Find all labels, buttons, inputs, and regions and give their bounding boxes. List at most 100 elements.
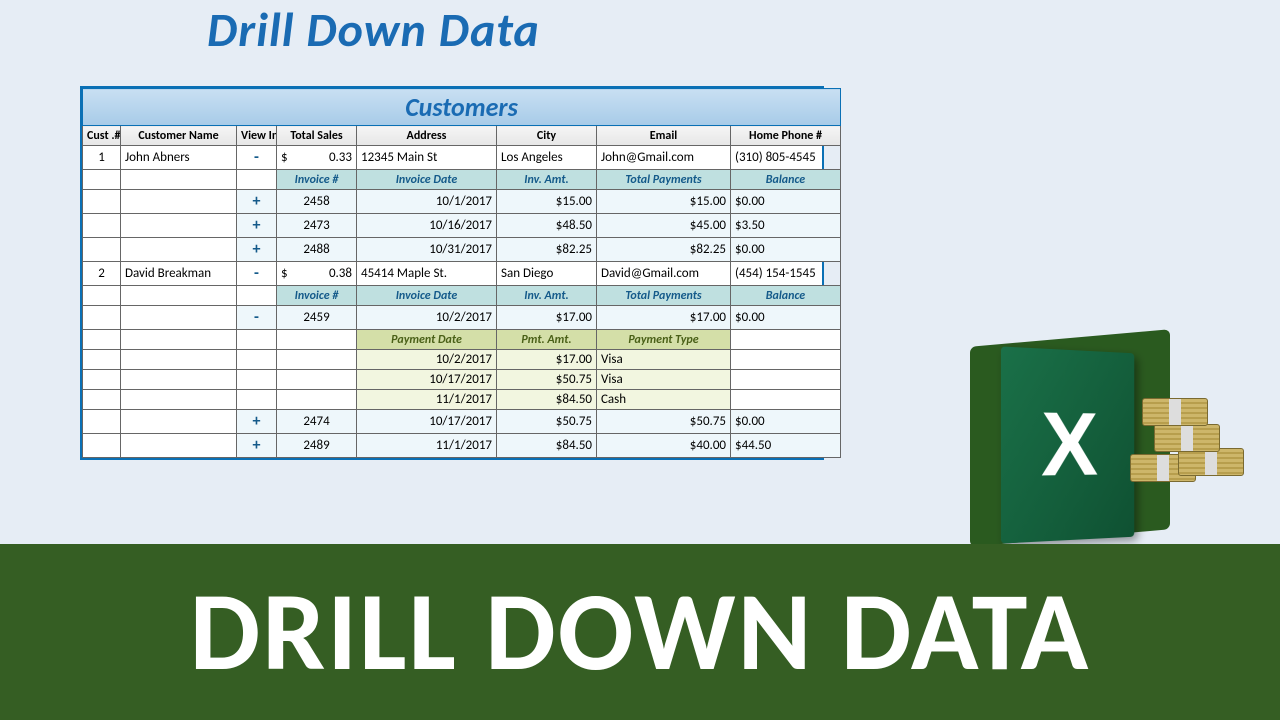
col-inv-num: Invoice # — [277, 170, 357, 190]
inv-date: 10/16/2017 — [357, 214, 497, 238]
cell-email: John@Gmail.com — [597, 146, 731, 170]
inv-pay: $17.00 — [597, 306, 731, 330]
blank — [83, 434, 121, 458]
col-inv-date: Invoice Date — [357, 286, 497, 306]
footer-band: DRILL DOWN DATA — [0, 544, 1280, 720]
inv-amt: $15.00 — [497, 190, 597, 214]
customers-table: Customers Cust .# Customer Name View Inv… — [80, 86, 824, 460]
pay-amt: $17.00 — [497, 350, 597, 370]
blank — [121, 370, 237, 390]
inv-bal: $0.00 — [731, 306, 841, 330]
cell-city: Los Angeles — [497, 146, 597, 170]
blank — [121, 330, 237, 350]
toggle-payments[interactable]: + — [237, 238, 277, 262]
blank — [277, 390, 357, 410]
cell-id: 1 — [83, 146, 121, 170]
excel-x-icon: X — [1041, 393, 1098, 498]
cell-email: David@Gmail.com — [597, 262, 731, 286]
cell-city: San Diego — [497, 262, 597, 286]
inv-num: 2473 — [277, 214, 357, 238]
inv-date: 10/2/2017 — [357, 306, 497, 330]
blank — [83, 170, 121, 190]
inv-pay: $40.00 — [597, 434, 731, 458]
cell-addr: 12345 Main St — [357, 146, 497, 170]
blank — [121, 350, 237, 370]
inv-bal: $0.00 — [731, 410, 841, 434]
blank — [83, 238, 121, 262]
blank — [731, 370, 841, 390]
table-title: Customers — [83, 89, 841, 126]
inv-pay: $50.75 — [597, 410, 731, 434]
toggle-payments[interactable]: - — [237, 306, 277, 330]
cell-total: $0.38 — [277, 262, 357, 286]
blank — [731, 330, 841, 350]
col-city: City — [497, 126, 597, 146]
inv-date: 10/1/2017 — [357, 190, 497, 214]
inv-num: 2459 — [277, 306, 357, 330]
inv-num: 2488 — [277, 238, 357, 262]
pay-amt: $50.75 — [497, 370, 597, 390]
cell-total: $0.33 — [277, 146, 357, 170]
toggle-payments[interactable]: + — [237, 214, 277, 238]
inv-bal: $44.50 — [731, 434, 841, 458]
cell-phone: (454) 154-1545 — [731, 262, 841, 286]
col-inv-num: Invoice # — [277, 286, 357, 306]
col-inv-pay: Total Payments — [597, 286, 731, 306]
inv-amt: $84.50 — [497, 434, 597, 458]
col-pay-date: Payment Date — [357, 330, 497, 350]
col-phone: Home Phone # — [731, 126, 841, 146]
footer-title: DRILL DOWN DATA — [190, 576, 1091, 688]
inv-bal: $3.50 — [731, 214, 841, 238]
excel-logo: X — [970, 308, 1250, 548]
blank — [83, 306, 121, 330]
col-inv-amt: Inv. Amt. — [497, 286, 597, 306]
col-address: Address — [357, 126, 497, 146]
inv-date: 10/17/2017 — [357, 410, 497, 434]
inv-bal: $0.00 — [731, 238, 841, 262]
blank — [83, 350, 121, 370]
col-cust-name: Customer Name — [121, 126, 237, 146]
pay-amt: $84.50 — [497, 390, 597, 410]
col-email: Email — [597, 126, 731, 146]
blank — [731, 390, 841, 410]
inv-amt: $17.00 — [497, 306, 597, 330]
cell-name: David Breakman — [121, 262, 237, 286]
col-cust-id: Cust .# — [83, 126, 121, 146]
blank — [121, 410, 237, 434]
inv-num: 2489 — [277, 434, 357, 458]
blank — [121, 390, 237, 410]
blank — [237, 286, 277, 306]
inv-num: 2458 — [277, 190, 357, 214]
toggle-invoices[interactable]: - — [237, 262, 277, 286]
blank — [83, 370, 121, 390]
money-stacks-icon — [1130, 398, 1250, 498]
cell-phone: (310) 805-4545 — [731, 146, 841, 170]
blank — [237, 370, 277, 390]
toggle-payments[interactable]: + — [237, 434, 277, 458]
blank — [121, 434, 237, 458]
col-inv-bal: Balance — [731, 170, 841, 190]
blank — [237, 350, 277, 370]
col-view-inv: View Inv. — [237, 126, 277, 146]
blank — [83, 286, 121, 306]
blank — [83, 390, 121, 410]
inv-date: 11/1/2017 — [357, 434, 497, 458]
blank — [277, 330, 357, 350]
inv-amt: $50.75 — [497, 410, 597, 434]
pay-type: Visa — [597, 370, 731, 390]
toggle-payments[interactable]: + — [237, 410, 277, 434]
inv-pay: $45.00 — [597, 214, 731, 238]
toggle-invoices[interactable]: - — [237, 146, 277, 170]
col-inv-date: Invoice Date — [357, 170, 497, 190]
blank — [277, 350, 357, 370]
col-inv-bal: Balance — [731, 286, 841, 306]
blank — [121, 238, 237, 262]
blank — [237, 170, 277, 190]
toggle-payments[interactable]: + — [237, 190, 277, 214]
pay-date: 10/17/2017 — [357, 370, 497, 390]
col-pay-amt: Pmt. Amt. — [497, 330, 597, 350]
inv-amt: $48.50 — [497, 214, 597, 238]
pay-type: Cash — [597, 390, 731, 410]
inv-amt: $82.25 — [497, 238, 597, 262]
inv-pay: $82.25 — [597, 238, 731, 262]
